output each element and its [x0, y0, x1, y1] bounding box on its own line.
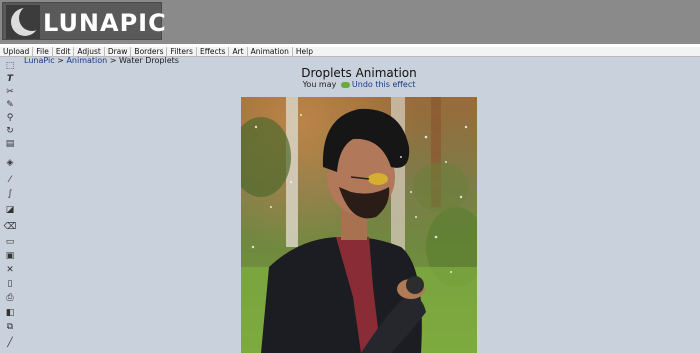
breadcrumb-home-link[interactable]: LunaPic: [24, 56, 55, 65]
menu-adjust[interactable]: Adjust: [74, 47, 105, 56]
close-icon[interactable]: ✕: [4, 264, 16, 276]
eyedropper-icon[interactable]: ⁄: [4, 174, 16, 186]
logo-text: LUNAPIC: [43, 9, 167, 37]
menu-filters[interactable]: Filters: [167, 47, 197, 56]
save-icon[interactable]: ▣: [4, 250, 16, 262]
menu-upload[interactable]: Upload: [0, 47, 34, 56]
crop-icon[interactable]: ◪: [4, 204, 16, 216]
undo-line: You may Undo this effect: [0, 80, 700, 89]
menu-art[interactable]: Art: [229, 47, 248, 56]
eraser-icon[interactable]: ⌫: [4, 221, 17, 233]
rotate-icon[interactable]: ↻: [4, 125, 16, 137]
print-icon[interactable]: ⎙: [4, 292, 16, 304]
breadcrumb-animation-link[interactable]: Animation: [66, 56, 107, 65]
photo-canvas: [241, 97, 477, 353]
breadcrumb-separator: >: [54, 56, 67, 65]
menu-help[interactable]: Help: [293, 47, 316, 56]
undo-arrow-icon[interactable]: [340, 81, 350, 88]
pencil-icon[interactable]: ✎: [4, 99, 16, 111]
menu-effects[interactable]: Effects: [197, 47, 230, 56]
breadcrumb-current: Water Droplets: [119, 56, 179, 65]
copy-icon[interactable]: ⧉: [4, 321, 16, 333]
edited-photo[interactable]: [241, 97, 477, 353]
new-file-icon[interactable]: ▯: [4, 278, 16, 290]
paint-bucket-icon[interactable]: ◈: [4, 157, 16, 169]
crescent-moon-icon: [6, 5, 40, 39]
zoom-icon[interactable]: ⚲: [4, 112, 16, 124]
lunapic-logo[interactable]: LUNAPIC: [2, 2, 166, 40]
tool-palette: ⬚ T ✂ ✎ ⚲ ↻ ▤ ◈ ⁄ ∫ ◪ ⌫ ▭ ▣ ✕ ▯ ⎙ ◧ ⧉ ╱: [0, 58, 20, 353]
line-icon[interactable]: ╱: [4, 337, 16, 349]
menu-borders[interactable]: Borders: [131, 47, 168, 56]
brush-icon[interactable]: ∫: [4, 188, 16, 200]
menu-file[interactable]: File: [33, 47, 53, 56]
history-icon[interactable]: ◧: [4, 307, 16, 319]
menu-animation[interactable]: Animation: [248, 47, 293, 56]
breadcrumb: LunaPic > Animation > Water Droplets: [24, 56, 179, 65]
header-bar: LUNAPIC: [0, 0, 700, 44]
layers-icon[interactable]: ▤: [4, 138, 16, 150]
breadcrumb-separator: >: [107, 56, 120, 65]
menu-edit[interactable]: Edit: [53, 47, 75, 56]
menu-draw[interactable]: Draw: [105, 47, 132, 56]
open-folder-icon[interactable]: ▭: [4, 236, 16, 248]
undo-prefix: You may: [302, 80, 339, 89]
undo-effect-link[interactable]: Undo this effect: [352, 80, 415, 89]
page-title: Droplets Animation: [301, 66, 417, 80]
